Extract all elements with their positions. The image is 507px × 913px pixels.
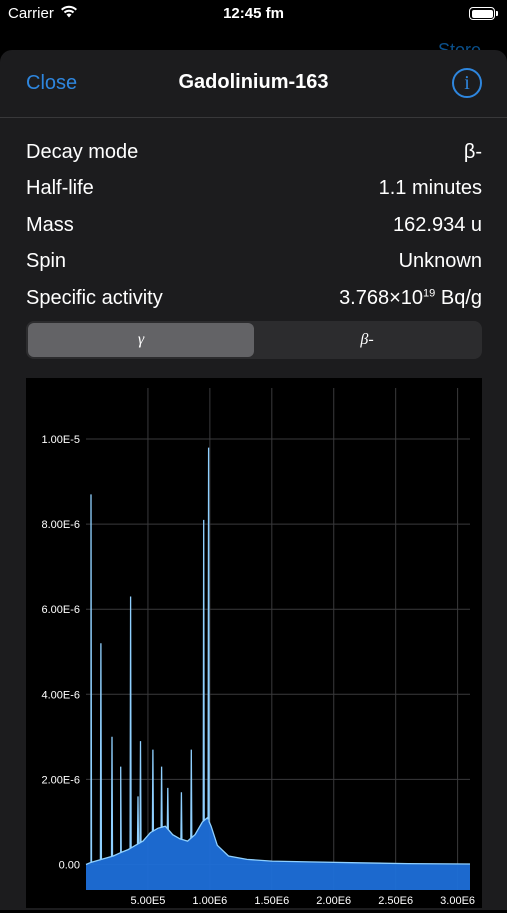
property-row-spin: Spin Unknown [26, 244, 482, 281]
page-title: Gadolinium-163 [178, 71, 329, 93]
y-tick-label: 8.00E-6 [41, 519, 80, 531]
property-label: Spin [26, 250, 67, 273]
y-tick-label: 6.00E-6 [41, 604, 80, 616]
property-row-specific-activity: Specific activity 3.768×1019 Bq/g [26, 280, 482, 317]
spectrum-area [86, 447, 470, 890]
segment-beta-minus[interactable]: β- [254, 323, 480, 357]
property-value: 3.768×1019 Bq/g [339, 287, 482, 310]
property-value: 162.934 u [393, 213, 482, 236]
x-tick-label: 2.00E6 [316, 895, 351, 907]
y-tick-label: 4.00E-6 [41, 689, 80, 701]
x-tick-label: 2.50E6 [378, 895, 413, 907]
spectrum-chart[interactable]: 0.00 2.00E-6 4.00E-6 6.00E-6 8.00E-6 1.00E-5 5… [26, 378, 482, 908]
property-row-half-life: Half-life 1.1 minutes [26, 171, 482, 208]
battery-icon [469, 7, 498, 20]
property-value: Unknown [398, 250, 482, 273]
property-label: Decay mode [26, 140, 139, 163]
info-circle-icon[interactable]: i [452, 68, 482, 98]
status-bar: Carrier 12:45 fm [0, 0, 507, 30]
property-label: Half-life [26, 177, 94, 200]
property-row-mass: Mass 162.934 u [26, 207, 482, 244]
x-tick-label: 5.00E5 [130, 895, 165, 907]
activity-mantissa: 3.768×10 [339, 286, 424, 309]
x-tick-label: 1.50E6 [254, 895, 289, 907]
property-label: Specific activity [26, 286, 163, 309]
property-list: Decay mode β- Half-life 1.1 minutes Mass… [26, 134, 482, 317]
segment-gamma[interactable]: γ [28, 323, 254, 357]
property-value: 1.1 minutes [378, 177, 482, 200]
property-row-decay-mode: Decay mode β- [26, 134, 482, 171]
status-time: 12:45 fm [223, 5, 284, 22]
activity-exponent: 19 [423, 287, 436, 300]
x-tick-label: 1.00E6 [192, 895, 227, 907]
spectrum-line [85, 447, 471, 866]
navigation-bar: Close Gadolinium-163 i [0, 50, 507, 118]
activity-unit: Bq/g [435, 286, 482, 309]
property-value: β- [463, 140, 482, 163]
spectrum-chart-svg: 0.00 2.00E-6 4.00E-6 6.00E-6 8.00E-6 1.00E-5 5… [41, 388, 475, 907]
spectrum-segmented-control: γ β- [26, 321, 482, 359]
y-tick-label: 0.00 [59, 859, 80, 871]
property-label: Mass [26, 213, 74, 236]
x-tick-label: 3.00E6 [440, 895, 475, 907]
y-tick-label: 2.00E-6 [41, 774, 80, 786]
y-tick-label: 1.00E-5 [41, 434, 80, 446]
nuclide-detail-sheet: Close Gadolinium-163 i Decay mode β- Hal… [0, 50, 507, 910]
